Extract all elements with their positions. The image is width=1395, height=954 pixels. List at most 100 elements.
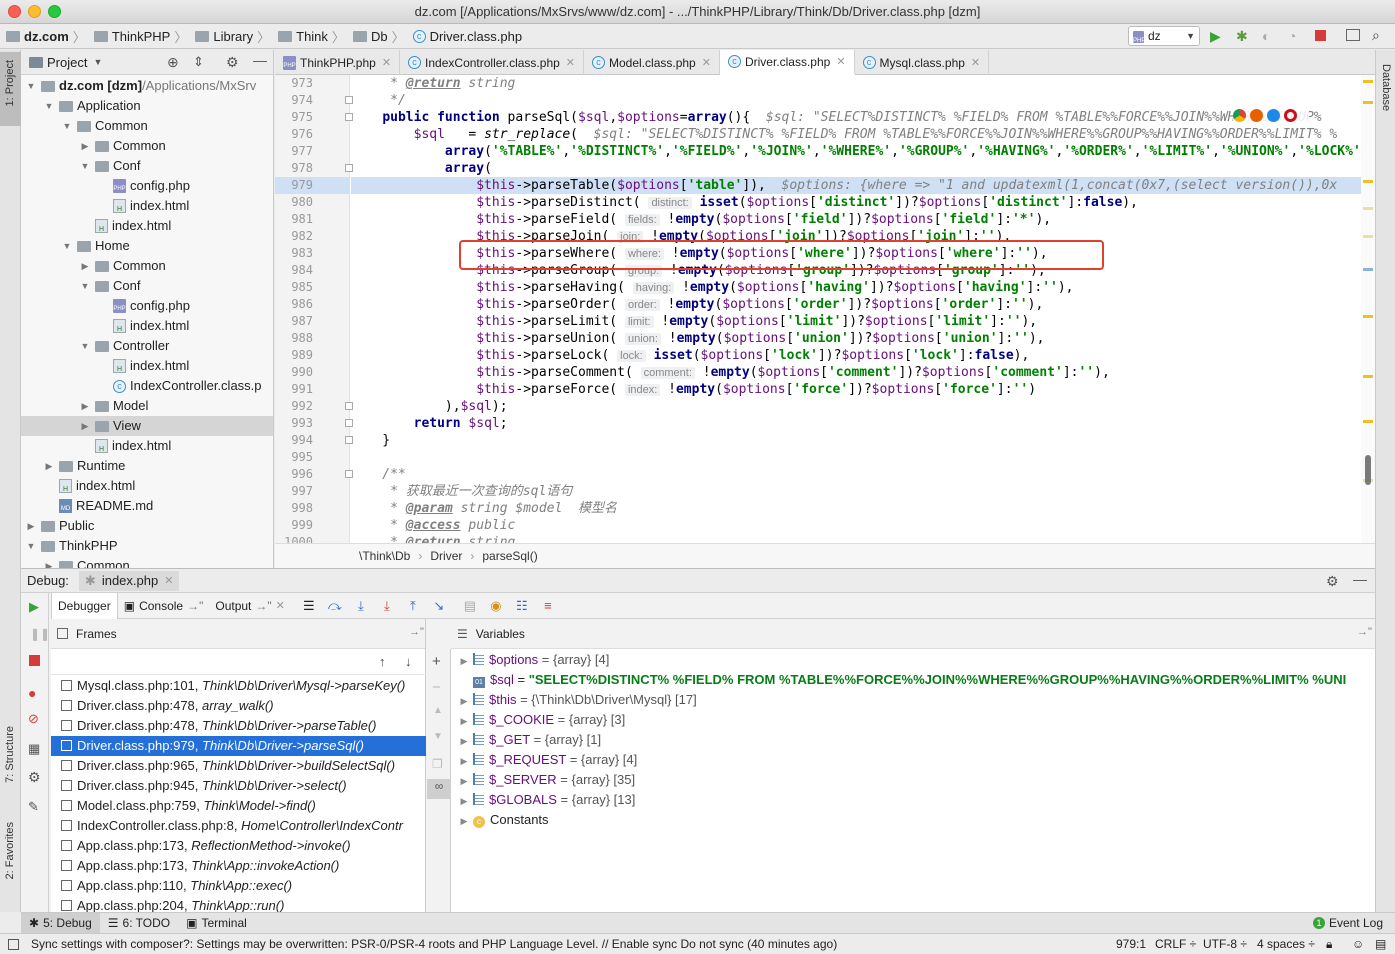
tree-item[interactable]: ▼ Conf	[21, 276, 273, 296]
opera-icon[interactable]	[1284, 108, 1297, 122]
status-message[interactable]: Sync settings with composer?: Settings m…	[31, 937, 1091, 951]
line-number[interactable]: 998	[275, 500, 313, 517]
tree-item[interactable]: ▶ Runtime	[21, 456, 273, 476]
event-log-button[interactable]: 1 Event Log	[1312, 916, 1383, 930]
chevron-right-icon[interactable]: ▶	[457, 711, 471, 730]
step-into-icon[interactable]: ⤓	[353, 598, 369, 614]
line-number[interactable]: 983	[275, 245, 313, 262]
tree-item[interactable]: ▶ Common	[21, 136, 273, 156]
editor-tab[interactable]: c Model.class.php ✕	[584, 50, 720, 75]
list-icon[interactable]: ☷	[514, 598, 530, 614]
tree-item[interactable]: ▼ Conf	[21, 156, 273, 176]
chevron-right-icon[interactable]: ▶	[457, 731, 471, 750]
glasses-icon[interactable]: ∞	[427, 779, 451, 799]
arrow-up-icon[interactable]: ▲	[433, 705, 443, 716]
encoding-select[interactable]: UTF-8 ÷	[1203, 937, 1247, 951]
line-number[interactable]: 974	[275, 92, 313, 109]
chevron-down-icon[interactable]: ▼	[79, 156, 91, 176]
chrome-icon[interactable]	[1233, 108, 1246, 122]
chevron-right-icon[interactable]: ▶	[457, 651, 471, 670]
project-tool-label[interactable]: 1: Project	[4, 60, 16, 106]
warning-marker[interactable]	[1363, 315, 1373, 318]
chevron-right-icon[interactable]: ▶	[79, 396, 91, 416]
run-to-cursor-icon[interactable]: ↘	[431, 598, 447, 614]
tree-item[interactable]: MD README.md	[21, 496, 273, 516]
tree-item[interactable]: PHP config.php	[21, 176, 273, 196]
warning-marker[interactable]	[1363, 180, 1373, 183]
locate-icon[interactable]: ⊕	[167, 54, 179, 71]
lock-icon[interactable]: 🔒︎	[1326, 937, 1332, 952]
variable-row[interactable]: 01 $sql = "SELECT%DISTINCT% %FIELD% FROM …	[451, 670, 1375, 690]
info-marker[interactable]	[1363, 268, 1373, 271]
editor-tab[interactable]: PHP ThinkPHP.php ✕	[275, 50, 401, 75]
variable-row[interactable]: ▶ $GLOBALS = {array} [13]	[451, 790, 1375, 810]
chevron-right-icon[interactable]: ▶	[457, 791, 471, 810]
gear-icon[interactable]: ⚙	[226, 54, 239, 71]
line-number[interactable]: 979	[275, 177, 350, 194]
editor-tab[interactable]: c IndexController.class.php ✕	[400, 50, 585, 75]
hide-icon[interactable]: —	[253, 52, 267, 68]
pin-arrow-icon[interactable]: →"	[1357, 626, 1372, 638]
line-number[interactable]: 994	[275, 432, 313, 449]
tree-item[interactable]: ▶ Common	[21, 256, 273, 276]
frame-row[interactable]: Driver.class.php:478, Think\Db\Driver->p…	[51, 716, 426, 736]
chevron-right-icon[interactable]: ▶	[43, 556, 55, 568]
chevron-down-icon[interactable]: ▼	[79, 276, 91, 296]
line-number[interactable]: 996	[275, 466, 313, 483]
line-number[interactable]: 987	[275, 313, 313, 330]
tab-output[interactable]: Output →" ✕	[209, 593, 291, 619]
warning-marker[interactable]	[1363, 375, 1373, 378]
chevron-right-icon[interactable]: ▶	[457, 811, 471, 830]
chevron-down-icon[interactable]: ▼	[25, 536, 37, 556]
copy-icon[interactable]: ❐	[432, 757, 443, 771]
database-tool-label[interactable]: Database	[1380, 64, 1392, 111]
frame-row[interactable]: App.class.php:173, ReflectionMethod->inv…	[51, 836, 426, 856]
line-number[interactable]: 986	[275, 296, 313, 313]
favorites-tool-label[interactable]: 2: Favorites	[4, 822, 16, 879]
pause-icon[interactable]: ❚❚	[30, 627, 50, 641]
line-number[interactable]: 981	[275, 211, 313, 228]
structure-tool-label[interactable]: 7: Structure	[4, 726, 16, 783]
chevron-down-icon[interactable]: ▼	[79, 336, 91, 356]
tab-todo[interactable]: ☰ 6: TODO	[100, 913, 178, 934]
tree-item[interactable]: ▼ dz.com [dzm] /Applications/MxSrv	[21, 76, 273, 96]
nav-crumb-project[interactable]: dz.com 〉	[6, 27, 90, 46]
line-number[interactable]: 993	[275, 415, 313, 432]
toggle-tool-windows-icon[interactable]	[8, 938, 19, 950]
watch-icon[interactable]: ◉	[488, 598, 504, 614]
line-number[interactable]: 999	[275, 517, 313, 534]
project-view-select[interactable]: Project	[47, 55, 87, 70]
zoom-window-button[interactable]	[48, 5, 61, 18]
tab-debugger[interactable]: Debugger	[51, 592, 118, 619]
tree-item[interactable]: ▼ Home	[21, 236, 273, 256]
variable-row[interactable]: ▶ $_SERVER = {array} [35]	[451, 770, 1375, 790]
tab-terminal[interactable]: ▣ Terminal	[178, 913, 255, 934]
close-window-button[interactable]	[8, 5, 21, 18]
pin-icon[interactable]: ✎	[28, 799, 39, 815]
warning-marker[interactable]	[1363, 80, 1373, 83]
editor-tab[interactable]: c Driver.class.php ✕	[719, 50, 855, 75]
line-number[interactable]: 997	[275, 483, 313, 500]
tree-item[interactable]: ▼ Application	[21, 96, 273, 116]
chevron-down-icon[interactable]: ▼	[61, 236, 73, 256]
frame-row[interactable]: IndexController.class.php:8, Home\Contro…	[51, 816, 426, 836]
debug-bug-icon[interactable]: ✱	[1236, 28, 1248, 45]
variable-row[interactable]: ▶ $options = {array} [4]	[451, 650, 1375, 670]
warning-marker[interactable]	[1363, 101, 1373, 104]
line-number[interactable]: 995	[275, 449, 313, 466]
debug-session-tab[interactable]: ✱ index.php ✕	[78, 570, 180, 591]
chevron-right-icon[interactable]: ▶	[43, 456, 55, 476]
variable-row[interactable]: ▶ $_COOKIE = {array} [3]	[451, 710, 1375, 730]
tree-item[interactable]: Hindex.html	[21, 476, 273, 496]
evaluate-icon[interactable]: ▤	[462, 598, 478, 614]
variable-row[interactable]: ▶ $_GET = {array} [1]	[451, 730, 1375, 750]
tree-item[interactable]: Hindex.html	[21, 356, 273, 376]
frame-row[interactable]: App.class.php:173, Think\App::invokeActi…	[51, 856, 426, 876]
line-number[interactable]: 977	[275, 143, 313, 160]
minus-icon[interactable]: −	[432, 679, 441, 696]
close-icon[interactable]: ✕	[382, 56, 391, 69]
line-number[interactable]: 992	[275, 398, 313, 415]
tab-console[interactable]: ▣ Console →"	[118, 593, 210, 619]
chevron-right-icon[interactable]: ▶	[457, 751, 471, 770]
stop-icon[interactable]	[1315, 30, 1326, 41]
